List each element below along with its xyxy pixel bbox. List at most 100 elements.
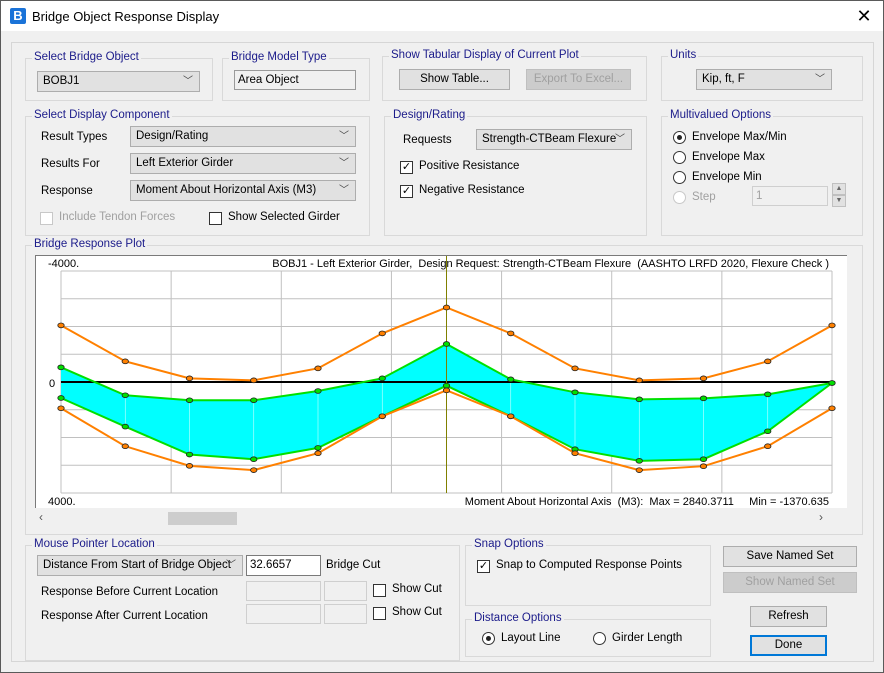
data-point-negative-resistance [121,358,129,365]
response-before-label: Response Before Current Location [41,586,219,598]
distance-mode-select[interactable]: Distance From Start of Bridge Object ﹀ [37,555,243,576]
requests-value: Strength-CTBeam Flexure [482,133,617,145]
group-label: Mouse Pointer Location [32,538,157,550]
data-point-positive-resistance [250,467,258,473]
step-down-button[interactable]: ▼ [832,195,846,207]
response-before-value-2 [324,581,367,601]
include-tendon-label: Include Tendon Forces [59,211,176,223]
girder-length-radio[interactable] [593,632,606,645]
data-point-demand-min [314,388,322,394]
checkmark-icon: ✓ [478,560,489,572]
envelope-max-min-radio[interactable] [673,131,686,144]
data-point-negative-resistance [635,377,643,384]
chevron-down-icon: ﹀ [183,76,193,87]
data-point-demand-min [507,376,515,383]
show-cut-before-label: Show Cut [392,583,442,595]
export-excel-button[interactable]: Export To Excel... [526,69,631,90]
group-label: Select Bridge Object [32,51,141,63]
layout-line-radio[interactable] [482,632,495,645]
group-label: Design/Rating [391,109,468,121]
done-button[interactable]: Done [750,635,827,656]
envelope-max-label: Envelope Max [692,151,765,163]
y-axis-top-label: -4000. [48,258,79,270]
step-input[interactable]: 1 [752,186,828,206]
negative-resistance-checkbox[interactable]: ✓ [400,185,413,198]
data-point-negative-resistance [250,377,258,384]
y-axis-bottom-label: 4000. [48,496,76,508]
group-label: Select Display Component [32,109,172,121]
data-point-demand-min [121,392,129,399]
distance-input[interactable]: 32.6657 [246,555,321,576]
show-selected-girder-label: Show Selected Girder [228,211,340,223]
scroll-right-icon[interactable]: › [819,510,823,524]
include-tendon-checkbox[interactable] [40,212,53,225]
show-cut-after-checkbox[interactable] [373,607,386,620]
scroll-left-icon[interactable]: ‹ [39,510,43,524]
group-label: Bridge Model Type [229,51,329,63]
show-selected-girder-checkbox[interactable] [209,212,222,225]
envelope-min-label: Envelope Min [692,171,762,183]
show-table-button[interactable]: Show Table... [399,69,510,90]
negative-resistance-label: Negative Resistance [419,184,525,196]
group-label: Bridge Response Plot [32,238,148,250]
data-point-demand-max [250,456,258,463]
response-select[interactable]: Moment About Horizontal Axis (M3) ﹀ [130,180,356,201]
step-radio[interactable] [673,191,686,204]
response-value: Moment About Horizontal Axis (M3) [136,184,317,196]
snap-options-group: Snap Options [465,538,711,606]
checkmark-icon: ✓ [401,185,412,197]
data-point-negative-resistance [828,322,836,329]
plot-area[interactable]: -4000. 0 4000. BOBJ1 - Left Exterior Gir… [35,255,847,508]
data-point-demand-max [764,428,772,435]
chart-title: BOBJ1 - Left Exterior Girder, Design Req… [272,258,829,270]
plot-horizontal-scrollbar[interactable]: ‹ › [35,509,847,526]
positive-resistance-checkbox[interactable]: ✓ [400,161,413,174]
save-named-set-button[interactable]: Save Named Set [723,546,857,567]
data-point-positive-resistance [764,443,772,450]
envelope-min-radio[interactable] [673,171,686,184]
data-point-negative-resistance [571,365,579,372]
data-point-demand-min [442,341,451,347]
data-point-demand-max [185,451,194,458]
data-point-demand-max [121,423,129,430]
response-after-value-2 [324,604,367,624]
show-cut-before-checkbox[interactable] [373,584,386,597]
step-up-button[interactable]: ▲ [832,183,846,195]
results-for-select[interactable]: Left Exterior Girder ﹀ [130,153,356,174]
scrollbar-thumb[interactable] [168,512,237,525]
bridge-object-select[interactable]: BOBJ1 ﹀ [37,71,200,92]
data-point-positive-resistance [314,450,322,457]
checkmark-icon: ✓ [401,161,412,173]
group-label: Show Tabular Display of Current Plot [389,49,581,61]
chevron-down-icon: ﹀ [615,134,625,145]
response-before-value-1 [246,581,321,601]
snap-label: Snap to Computed Response Points [496,559,683,571]
response-after-label: Response After Current Location [41,610,208,622]
close-button[interactable]: ✕ [853,6,875,26]
result-types-select[interactable]: Design/Rating ﹀ [130,126,356,147]
group-label: Snap Options [472,538,546,550]
data-point-demand-min [378,375,386,382]
data-point-positive-resistance [121,443,129,450]
data-point-demand-min [57,364,65,371]
show-named-set-button[interactable]: Show Named Set [723,572,857,593]
data-point-negative-resistance [314,365,322,372]
envelope-max-radio[interactable] [673,151,686,164]
data-point-demand-max [57,395,65,401]
results-for-label: Results For [41,158,100,170]
response-chart[interactable]: -4000. 0 4000. BOBJ1 - Left Exterior Gir… [36,256,847,508]
data-point-positive-resistance [185,463,194,469]
data-point-demand-max [442,382,451,389]
snap-checkbox[interactable]: ✓ [477,560,490,573]
requests-select[interactable]: Strength-CTBeam Flexure ﹀ [476,129,632,150]
show-cut-after-label: Show Cut [392,606,442,618]
data-point-demand-max [635,458,643,464]
data-point-positive-resistance [571,450,579,457]
data-point-negative-resistance [57,322,65,329]
chevron-down-icon: ﹀ [226,560,236,571]
data-point-demand-max [828,380,836,386]
refresh-button[interactable]: Refresh [750,606,827,627]
data-point-positive-resistance [442,387,451,394]
layout-line-label: Layout Line [501,632,561,644]
units-select[interactable]: Kip, ft, F ﹀ [696,69,832,90]
